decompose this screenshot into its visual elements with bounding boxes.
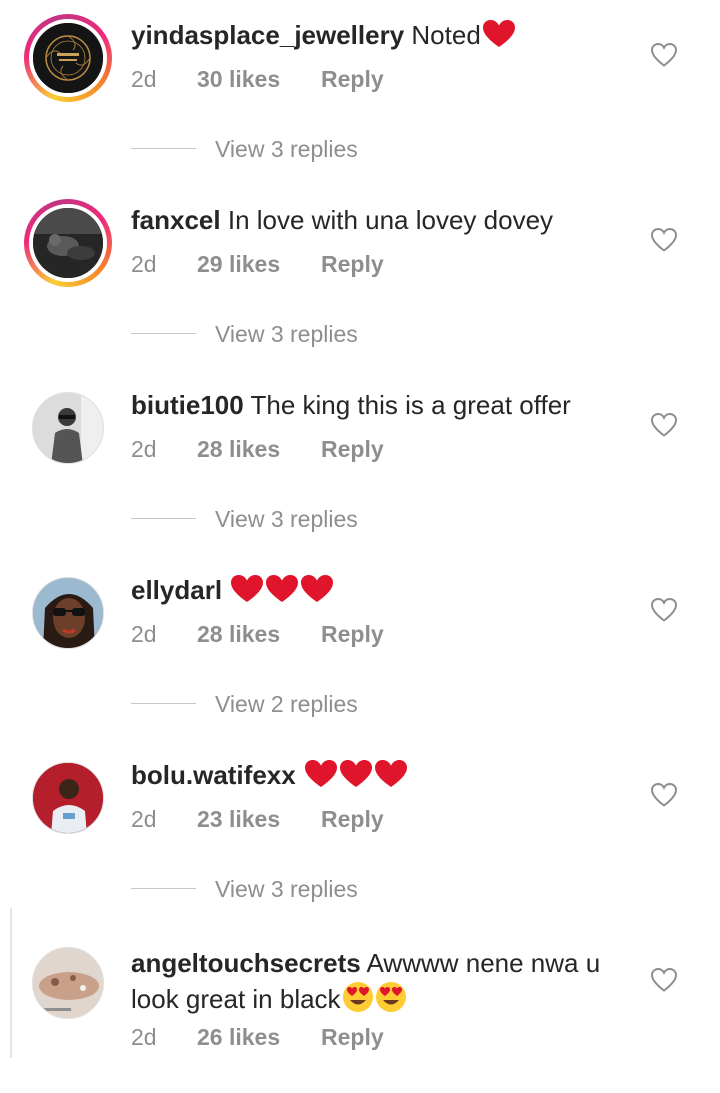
panel-edge xyxy=(10,908,12,1058)
comment-text: fanxcel In love with una lovey dovey xyxy=(131,202,641,238)
timestamp: 2d xyxy=(131,621,157,647)
reply-button[interactable]: Reply xyxy=(321,1022,384,1052)
comment-text: yindasplace_jewellery Noted xyxy=(131,17,641,53)
heart-outline-icon[interactable] xyxy=(650,42,678,68)
comment-text: biutie100 The king this is a great offer xyxy=(131,387,641,423)
red-heart-emoji xyxy=(374,760,407,787)
view-replies-label[interactable]: View 3 replies xyxy=(215,319,358,349)
view-replies-label[interactable]: View 3 replies xyxy=(215,134,358,164)
story-ring[interactable] xyxy=(24,14,112,102)
red-heart-emoji xyxy=(301,575,334,602)
story-ring[interactable] xyxy=(24,199,112,287)
username[interactable]: biutie100 xyxy=(131,390,244,420)
likes-count[interactable]: 28 likes xyxy=(197,619,280,649)
likes-count[interactable]: 23 likes xyxy=(197,804,280,834)
reply-button[interactable]: Reply xyxy=(321,434,384,464)
replies-divider xyxy=(131,703,196,704)
replies-divider xyxy=(131,148,196,149)
comment-body: In love with una lovey dovey xyxy=(227,205,554,235)
red-heart-emoji xyxy=(231,575,264,602)
username[interactable]: angeltouchsecrets xyxy=(131,948,361,978)
username[interactable]: fanxcel xyxy=(131,205,221,235)
avatar[interactable] xyxy=(29,204,107,282)
comment-body: The king this is a great offer xyxy=(250,390,571,420)
view-replies-label[interactable]: View 3 replies xyxy=(215,504,358,534)
reply-button[interactable]: Reply xyxy=(321,804,384,834)
avatar-container[interactable] xyxy=(32,577,104,649)
username[interactable]: bolu.watifexx xyxy=(131,760,296,790)
avatar[interactable] xyxy=(32,392,104,464)
heart-outline-icon[interactable] xyxy=(650,597,678,623)
reply-button[interactable]: Reply xyxy=(321,249,384,279)
dark-photo-avatar-image xyxy=(33,208,103,278)
avatar-container[interactable] xyxy=(32,947,104,1019)
skin-product-avatar-image xyxy=(33,948,103,1018)
timestamp: 2d xyxy=(131,251,157,277)
likes-count[interactable]: 28 likes xyxy=(197,434,280,464)
replies-divider xyxy=(131,333,196,334)
heart-outline-icon[interactable] xyxy=(650,412,678,438)
reply-button[interactable]: Reply xyxy=(321,619,384,649)
woman-sunglasses-avatar-image xyxy=(33,578,103,648)
view-replies-label[interactable]: View 2 replies xyxy=(215,689,358,719)
red-heart-emoji xyxy=(339,760,372,787)
avatar[interactable] xyxy=(29,19,107,97)
replies-divider xyxy=(131,888,196,889)
comment-text: ellydarl xyxy=(131,572,641,608)
avatar[interactable] xyxy=(32,577,104,649)
reply-button[interactable]: Reply xyxy=(321,64,384,94)
username[interactable]: yindasplace_jewellery xyxy=(131,20,404,50)
heart-outline-icon[interactable] xyxy=(650,967,678,993)
jewellery-logo-avatar-image xyxy=(33,23,103,93)
red-heart-emoji xyxy=(266,575,299,602)
likes-count[interactable]: 30 likes xyxy=(197,64,280,94)
red-heart-emoji xyxy=(482,20,515,47)
comment-text: angeltouchsecrets Awwww nene nwa u look … xyxy=(131,945,641,1017)
heart-eyes-emoji xyxy=(342,982,373,1012)
heart-outline-icon[interactable] xyxy=(650,227,678,253)
heart-eyes-emoji xyxy=(375,982,406,1012)
comment-text: bolu.watifexx xyxy=(131,757,641,793)
likes-count[interactable]: 26 likes xyxy=(197,1022,280,1052)
red-heart-emoji xyxy=(304,760,337,787)
replies-divider xyxy=(131,518,196,519)
avatar[interactable] xyxy=(32,762,104,834)
username[interactable]: ellydarl xyxy=(131,575,222,605)
avatar[interactable] xyxy=(32,947,104,1019)
view-replies-label[interactable]: View 3 replies xyxy=(215,874,358,904)
heart-outline-icon[interactable] xyxy=(650,782,678,808)
grayscale-man-avatar-image xyxy=(33,393,103,463)
timestamp: 2d xyxy=(131,436,157,462)
avatar-container[interactable] xyxy=(32,392,104,464)
comment-body: Noted xyxy=(411,20,481,50)
man-red-background-avatar-image xyxy=(33,763,103,833)
timestamp: 2d xyxy=(131,806,157,832)
avatar-container[interactable] xyxy=(32,762,104,834)
timestamp: 2d xyxy=(131,1024,157,1050)
timestamp: 2d xyxy=(131,66,157,92)
likes-count[interactable]: 29 likes xyxy=(197,249,280,279)
